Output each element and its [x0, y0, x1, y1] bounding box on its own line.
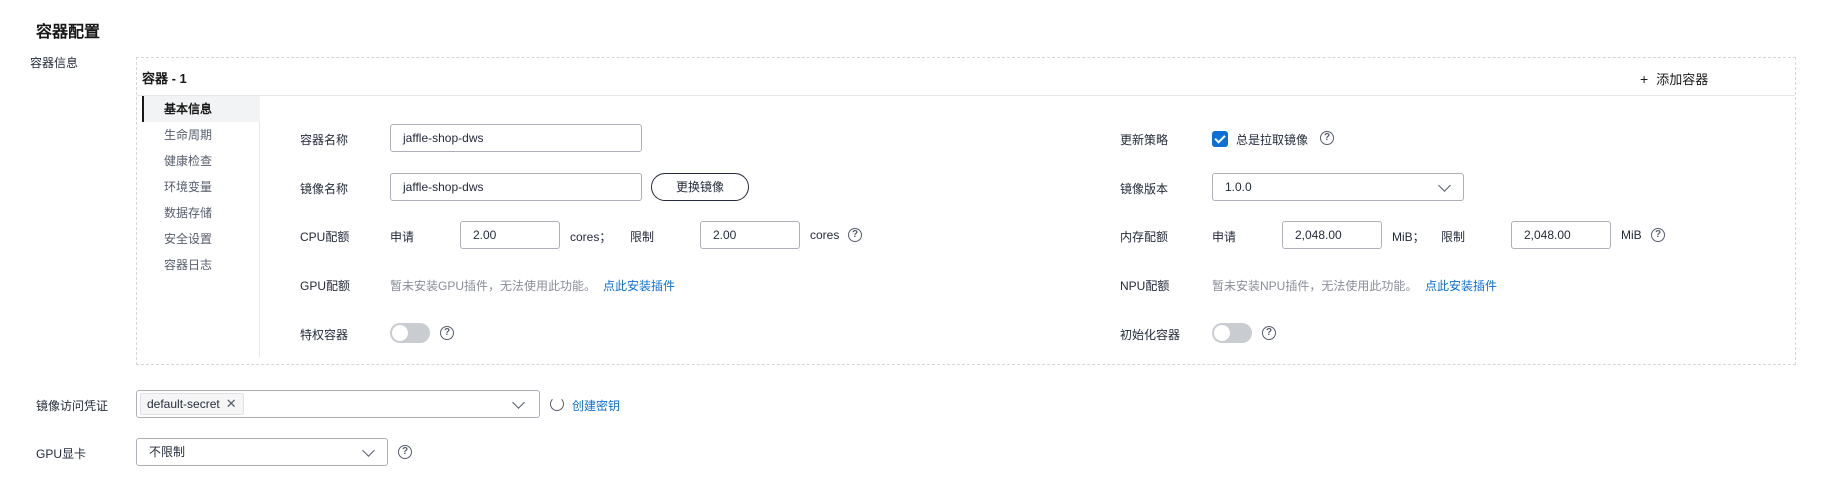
- memory-request-input[interactable]: 2,048.00: [1282, 221, 1382, 249]
- always-pull-label: 总是拉取镜像: [1236, 133, 1309, 147]
- close-icon[interactable]: ✕: [226, 396, 237, 411]
- nav-item-lifecycle[interactable]: 生命周期: [142, 122, 260, 148]
- memory-quota-label: 内存配额: [1120, 230, 1169, 244]
- image-name-label: 镜像名称: [300, 182, 349, 196]
- plus-icon: +: [1640, 71, 1649, 87]
- container-side-nav: 基本信息 生命周期 健康检查 环境变量 数据存储 安全设置 容器日志: [142, 96, 260, 357]
- tab-container-1[interactable]: 容器 - 1: [142, 68, 187, 98]
- privileged-toggle[interactable]: [390, 323, 430, 343]
- update-policy-label: 更新策略: [1120, 133, 1169, 147]
- image-version-value: 1.0.0: [1225, 180, 1252, 194]
- image-credential-label: 镜像访问凭证: [36, 399, 109, 413]
- init-container-toggle[interactable]: [1212, 323, 1252, 343]
- page: 容器配置 容器信息 容器 - 1 + 添加容器 基本信息 生命周期 健康检查 环境…: [0, 0, 1830, 482]
- gpu-quota-note: 暂未安装GPU插件，无法使用此功能。: [390, 279, 597, 293]
- nav-item-storage[interactable]: 数据存储: [142, 200, 260, 226]
- gpu-install-link[interactable]: 点此安装插件: [603, 277, 675, 294]
- credential-tag: default-secret ✕: [140, 393, 244, 415]
- add-container-button[interactable]: + 添加容器: [1640, 69, 1708, 88]
- container-box: [136, 57, 1796, 365]
- image-version-label: 镜像版本: [1120, 182, 1169, 196]
- chevron-down-icon: [1438, 179, 1451, 192]
- container-name-input[interactable]: jaffle-shop-dws: [390, 124, 642, 152]
- memory-request-label: 申请: [1212, 230, 1237, 244]
- gpu-quota-label: GPU配额: [300, 279, 351, 293]
- memory-limit-label: 限制: [1441, 230, 1466, 244]
- create-secret-link[interactable]: 创建密钥: [572, 397, 620, 414]
- nav-item-basic-info[interactable]: 基本信息: [142, 96, 260, 122]
- cpu-limit-unit: cores: [810, 228, 840, 242]
- cpu-quota-label: CPU配额: [300, 230, 350, 244]
- npu-quota-note: 暂未安装NPU插件，无法使用此功能。: [1212, 279, 1418, 293]
- always-pull-checkbox[interactable]: [1212, 131, 1228, 147]
- chevron-down-icon: [362, 444, 375, 457]
- nav-item-env-vars[interactable]: 环境变量: [142, 174, 260, 200]
- privileged-container-label: 特权容器: [300, 328, 349, 342]
- npu-quota-label: NPU配额: [1120, 279, 1170, 293]
- container-tab-bar: [137, 58, 1795, 96]
- image-version-select[interactable]: 1.0.0: [1212, 173, 1464, 201]
- add-container-label: 添加容器: [1656, 72, 1709, 87]
- gpu-card-label: GPU显卡: [36, 447, 87, 461]
- image-name-input[interactable]: jaffle-shop-dws: [390, 173, 642, 201]
- gpu-card-select[interactable]: 不限制: [136, 438, 388, 466]
- gpu-card-value: 不限制: [149, 445, 186, 459]
- cpu-limit-input[interactable]: 2.00: [700, 221, 800, 249]
- memory-limit-unit: MiB: [1621, 228, 1642, 242]
- container-info-label: 容器信息: [30, 56, 79, 70]
- privileged-help-icon[interactable]: ?: [440, 326, 454, 340]
- update-policy-help-icon[interactable]: ?: [1320, 131, 1334, 145]
- cpu-limit-label: 限制: [630, 230, 655, 244]
- nav-item-health-check[interactable]: 健康检查: [142, 148, 260, 174]
- cpu-request-label: 申请: [390, 230, 415, 244]
- nav-item-logs[interactable]: 容器日志: [142, 252, 260, 278]
- section-title: 容器配置: [36, 24, 101, 41]
- gpu-card-help-icon[interactable]: ?: [398, 445, 412, 459]
- memory-limit-input[interactable]: 2,048.00: [1511, 221, 1611, 249]
- change-image-button[interactable]: 更换镜像: [651, 173, 749, 201]
- nav-item-security[interactable]: 安全设置: [142, 226, 260, 252]
- refresh-icon[interactable]: [550, 397, 564, 411]
- cpu-request-unit: cores；: [570, 230, 612, 244]
- memory-help-icon[interactable]: ?: [1651, 228, 1665, 242]
- npu-install-link[interactable]: 点此安装插件: [1425, 277, 1497, 294]
- cpu-request-input[interactable]: 2.00: [460, 221, 560, 249]
- credential-tag-label: default-secret: [147, 397, 220, 411]
- init-container-help-icon[interactable]: ?: [1262, 326, 1276, 340]
- memory-request-unit: MiB；: [1392, 230, 1425, 244]
- container-name-label: 容器名称: [300, 133, 349, 147]
- init-container-label: 初始化容器: [1120, 328, 1181, 342]
- cpu-help-icon[interactable]: ?: [848, 228, 862, 242]
- chevron-down-icon: [512, 396, 525, 409]
